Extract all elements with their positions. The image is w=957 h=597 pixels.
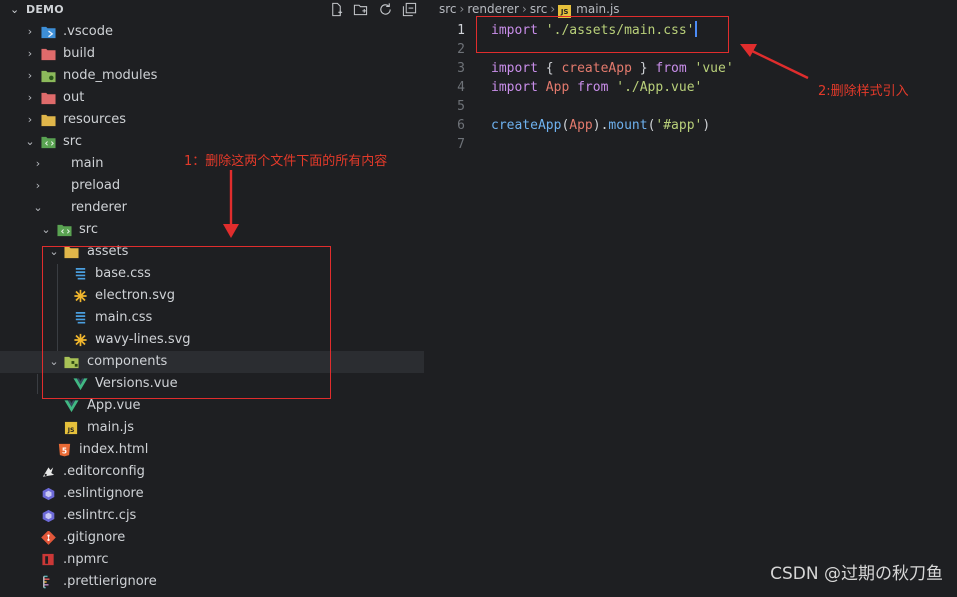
annotation-note-2: 2:删除样式引入: [818, 84, 909, 99]
watermark: CSDN @过期の秋刀鱼: [770, 564, 943, 584]
annotation-note-1: 1：删除这两个文件下面的所有内容: [184, 154, 388, 169]
annotation-arrows: [223, 44, 809, 238]
